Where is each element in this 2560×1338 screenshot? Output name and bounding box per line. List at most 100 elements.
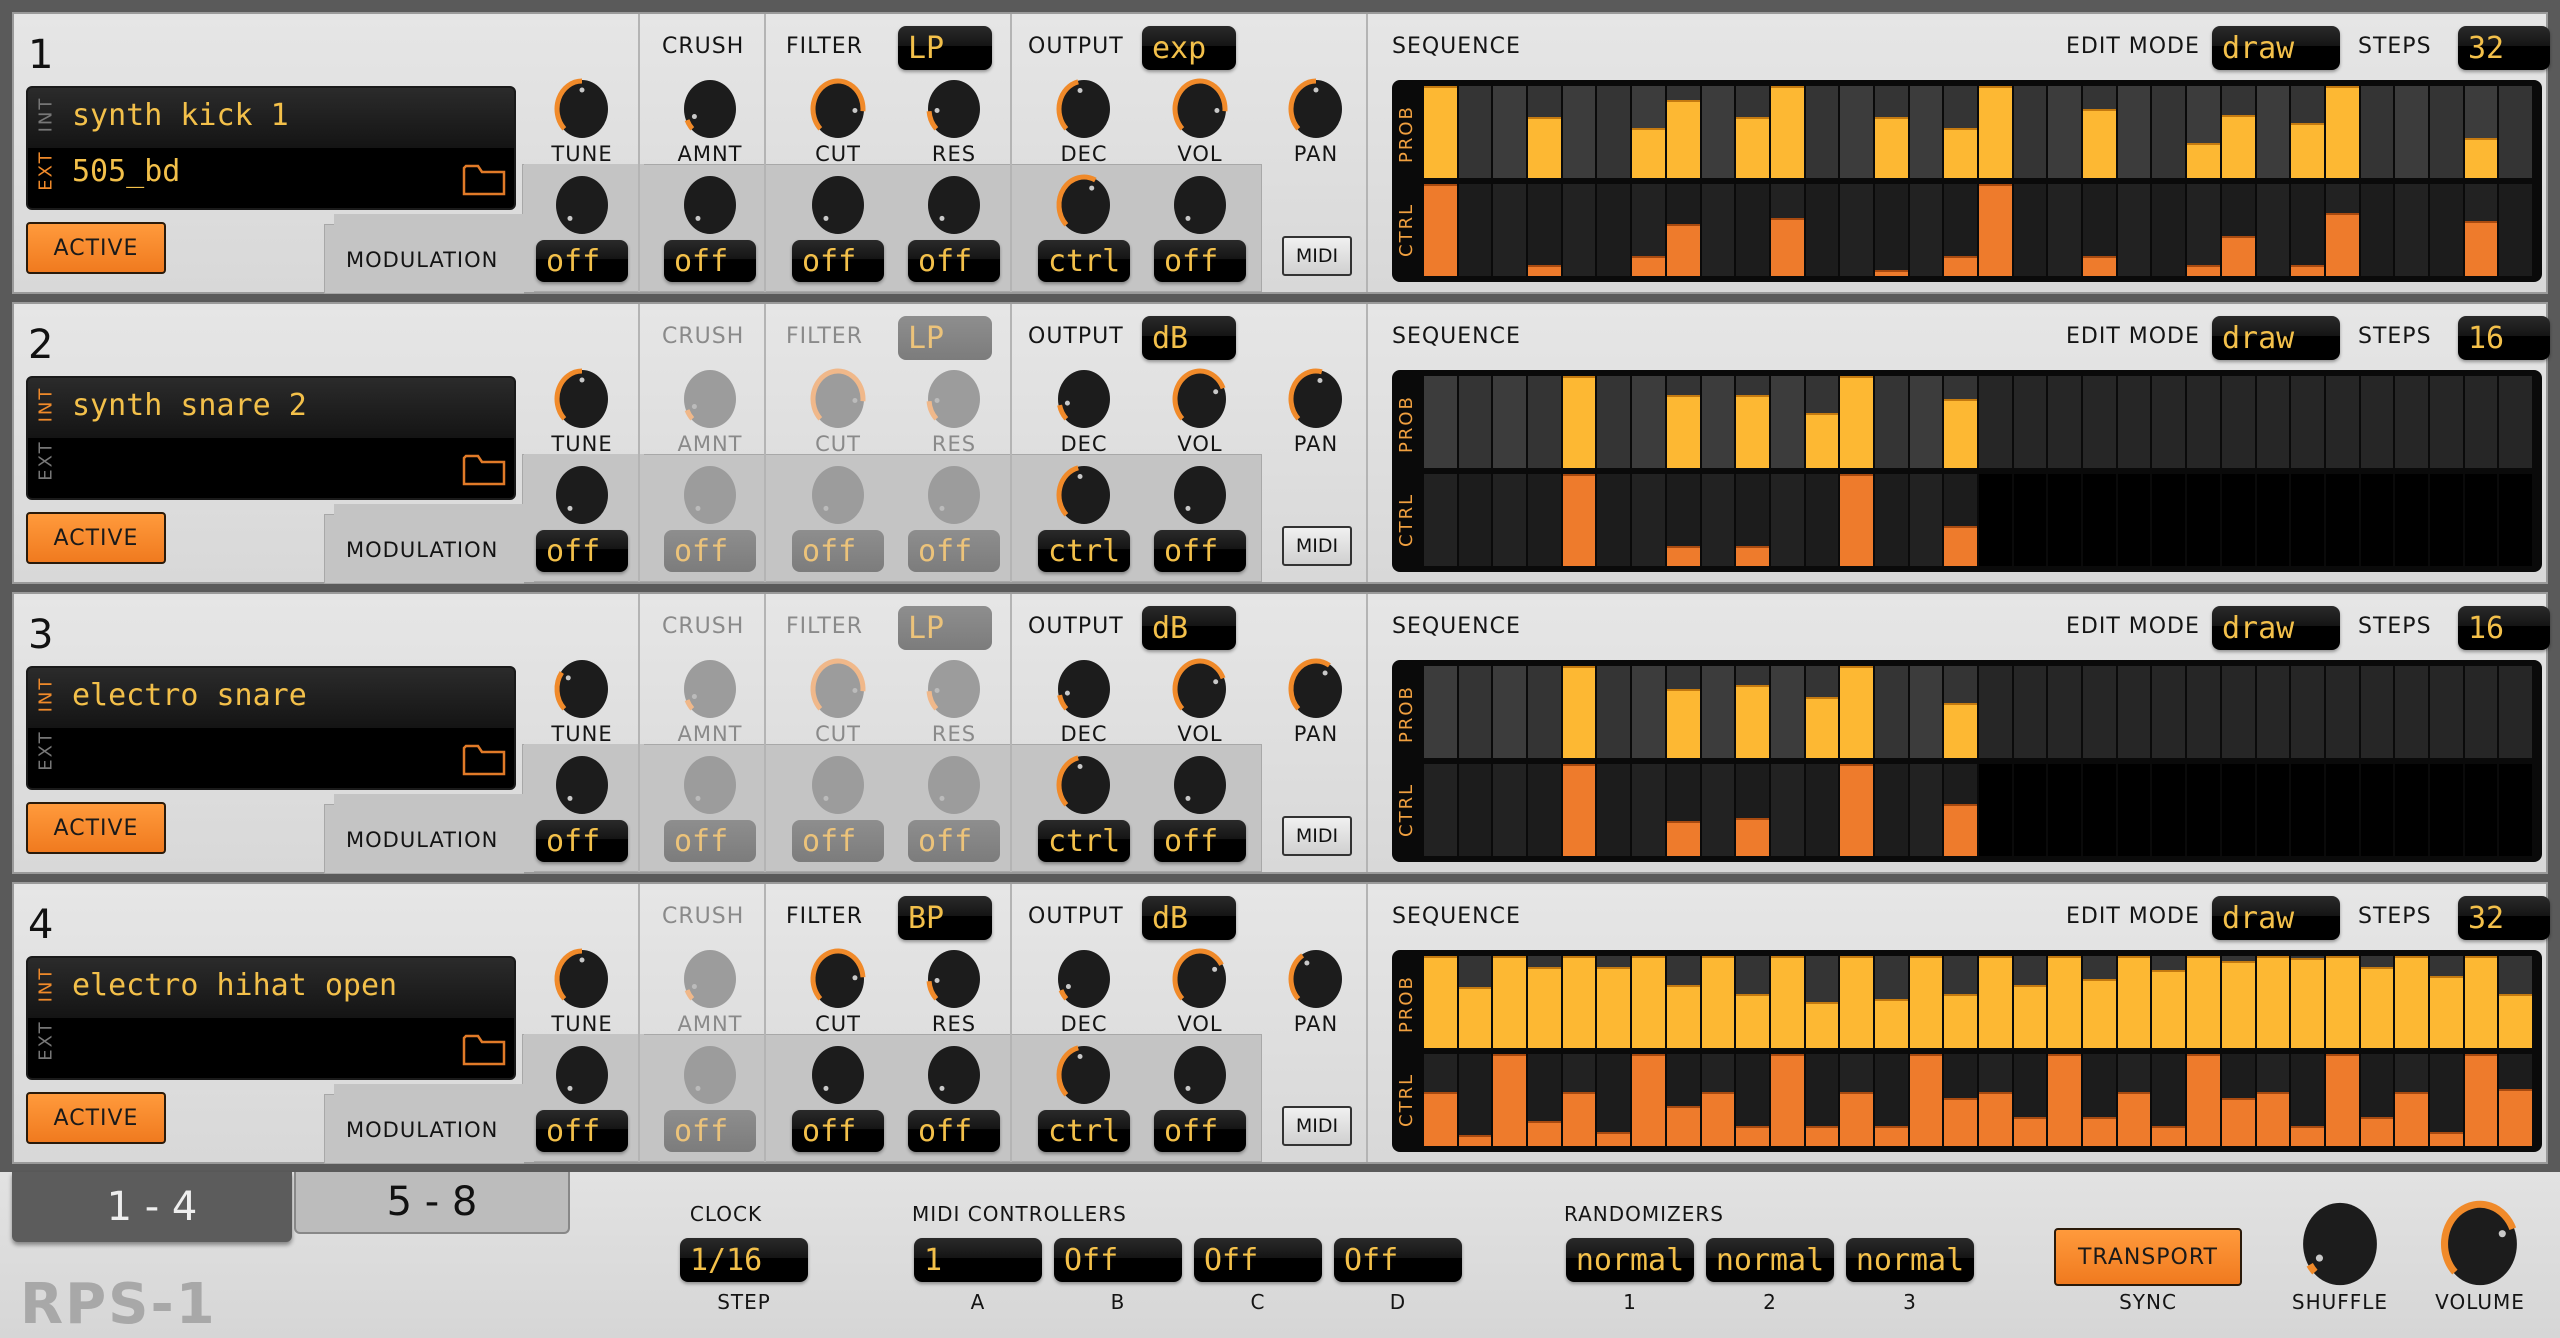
dec-mod-knob[interactable] <box>1056 1044 1112 1106</box>
edit-mode-select[interactable]: draw <box>2212 606 2340 650</box>
prob-step-cell[interactable] <box>2499 86 2532 178</box>
sample-selector[interactable]: synth snare 2 INT EXT <box>26 376 516 500</box>
ctrl-step-cell[interactable] <box>1528 184 1561 276</box>
res-mod-source-select[interactable]: off <box>908 530 1000 572</box>
prob-step-cell[interactable] <box>1458 86 1492 178</box>
pan-knob[interactable] <box>1288 658 1344 720</box>
prob-step-cell[interactable] <box>2117 86 2151 178</box>
res-mod-source-select[interactable]: off <box>908 1110 1000 1152</box>
sample-selector[interactable]: synth kick 1 505_bd INT EXT <box>26 86 516 210</box>
filter-type-select[interactable]: LP <box>898 316 992 360</box>
step-grid[interactable]: PROB CTRL <box>1392 370 2542 572</box>
ctrl-step-cell[interactable] <box>2499 184 2532 276</box>
prob-step-cell[interactable] <box>1493 86 1527 178</box>
folder-icon[interactable] <box>462 742 506 776</box>
folder-icon[interactable] <box>462 452 506 486</box>
dec-knob[interactable] <box>1056 658 1112 720</box>
ctrl-step-cell[interactable] <box>1458 1054 1492 1146</box>
tune-mod-source-select[interactable]: off <box>536 530 628 572</box>
vol-knob[interactable] <box>1172 78 1228 140</box>
prob-step-cell[interactable] <box>1528 666 1561 758</box>
active-button[interactable]: ACTIVE <box>26 1092 166 1144</box>
sample-selector[interactable]: electro hihat open INT EXT <box>26 956 516 1080</box>
edit-mode-select[interactable]: draw <box>2212 316 2340 360</box>
prob-step-cell[interactable] <box>1701 666 1735 758</box>
tune-knob[interactable] <box>554 948 610 1010</box>
folder-icon[interactable] <box>462 162 506 196</box>
res-mod-source-select[interactable]: off <box>908 820 1000 862</box>
ctrl-step-cell[interactable] <box>1493 184 1527 276</box>
prob-step-cell[interactable] <box>2256 86 2290 178</box>
cut-knob[interactable] <box>810 948 866 1010</box>
pan-knob[interactable] <box>1288 948 1344 1010</box>
prob-step-cell[interactable] <box>1493 376 1527 468</box>
ctrl-step-cell[interactable] <box>1458 184 1492 276</box>
vol-mod-source-select[interactable]: off <box>1154 530 1246 572</box>
tab-tracks-1-4[interactable]: 1 - 4 <box>12 1172 292 1242</box>
amnt-mod-source-select[interactable]: off <box>664 820 756 862</box>
active-button[interactable]: ACTIVE <box>26 512 166 564</box>
prob-step-cell[interactable] <box>1597 86 1631 178</box>
cut-knob[interactable] <box>810 78 866 140</box>
ctrl-step-cell[interactable] <box>1770 764 1804 856</box>
prob-step-cell[interactable] <box>1424 666 1457 758</box>
ctrl-step-cell[interactable] <box>1805 474 1839 566</box>
output-mode-select[interactable]: dB <box>1142 896 1236 940</box>
active-button[interactable]: ACTIVE <box>26 222 166 274</box>
filter-type-select[interactable]: BP <box>898 896 992 940</box>
pan-knob[interactable] <box>1288 78 1344 140</box>
res-knob[interactable] <box>926 78 982 140</box>
midi-button[interactable]: MIDI <box>1282 236 1352 276</box>
cut-mod-knob[interactable] <box>810 174 866 236</box>
midi-button[interactable]: MIDI <box>1282 1106 1352 1146</box>
ctrl-step-cell[interactable] <box>2013 184 2047 276</box>
midi-controller-a-select[interactable]: 1 <box>914 1238 1042 1282</box>
output-mode-select[interactable]: exp <box>1142 26 1236 70</box>
res-mod-knob[interactable] <box>926 1044 982 1106</box>
ctrl-step-cell[interactable] <box>1909 474 1943 566</box>
prob-step-cell[interactable] <box>1701 376 1735 468</box>
ctrl-step-cell[interactable] <box>1736 184 1769 276</box>
dec-mod-knob[interactable] <box>1056 754 1112 816</box>
ctrl-step-cell[interactable] <box>1458 474 1492 566</box>
ctrl-step-cell[interactable] <box>2048 184 2082 276</box>
prob-step-cell[interactable] <box>1701 86 1735 178</box>
midi-button[interactable]: MIDI <box>1282 526 1352 566</box>
ctrl-step-cell[interactable] <box>1562 184 1596 276</box>
prob-step-cell[interactable] <box>1424 376 1457 468</box>
ctrl-step-cell[interactable] <box>1493 474 1527 566</box>
prob-step-cell[interactable] <box>1597 376 1631 468</box>
res-knob[interactable] <box>926 948 982 1010</box>
output-mode-select[interactable]: dB <box>1142 316 1236 360</box>
prob-step-cell[interactable] <box>1597 666 1631 758</box>
prob-step-cell[interactable] <box>1874 666 1908 758</box>
vol-mod-source-select[interactable]: off <box>1154 1110 1246 1152</box>
prob-step-cell[interactable] <box>1909 666 1943 758</box>
prob-step-cell[interactable] <box>1632 666 1665 758</box>
ctrl-step-cell[interactable] <box>1909 184 1943 276</box>
prob-step-cell[interactable] <box>1458 376 1492 468</box>
dec-mod-source-select[interactable]: ctrl <box>1038 1110 1130 1152</box>
ctrl-step-cell[interactable] <box>1874 184 1908 276</box>
prob-step-cell[interactable] <box>1805 86 1839 178</box>
randomizer-3-select[interactable]: normal <box>1846 1238 1974 1282</box>
prob-step-cell[interactable] <box>1874 376 1908 468</box>
ctrl-step-cell[interactable] <box>1493 764 1527 856</box>
int-source-toggle[interactable]: INT <box>36 88 57 143</box>
vol-knob[interactable] <box>1172 948 1228 1010</box>
prob-step-cell[interactable] <box>1909 86 1943 178</box>
midi-controller-d-select[interactable]: Off <box>1334 1238 1462 1282</box>
volume-knob[interactable] <box>2440 1200 2520 1288</box>
midi-controller-c-select[interactable]: Off <box>1194 1238 1322 1282</box>
prob-step-cell[interactable] <box>1840 86 1873 178</box>
ctrl-step-cell[interactable] <box>2117 184 2151 276</box>
ctrl-step-cell[interactable] <box>1597 184 1631 276</box>
ctrl-step-cell[interactable] <box>1874 764 1908 856</box>
ext-source-toggle[interactable]: EXT <box>36 723 57 779</box>
clock-step-select[interactable]: 1/16 <box>680 1238 808 1282</box>
dec-mod-knob[interactable] <box>1056 464 1112 526</box>
vol-mod-source-select[interactable]: off <box>1154 820 1246 862</box>
steps-select[interactable]: 16 <box>2458 316 2550 360</box>
tune-knob[interactable] <box>554 658 610 720</box>
cut-mod-knob[interactable] <box>810 1044 866 1106</box>
